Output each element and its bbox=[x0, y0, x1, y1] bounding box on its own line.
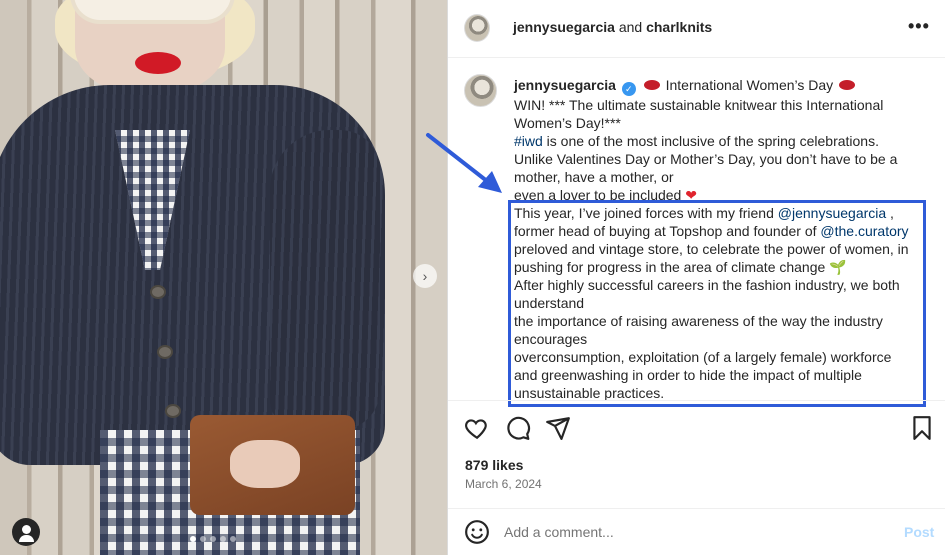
verified-badge-icon: ✓ bbox=[621, 82, 636, 96]
header-avatar[interactable] bbox=[464, 14, 490, 42]
carousel-dot bbox=[210, 536, 216, 542]
post-details-panel: jennysuegarcia and charlknits ••• jennys… bbox=[447, 0, 945, 555]
photo-cardigan-button bbox=[157, 345, 173, 359]
photo-sunglasses bbox=[70, 0, 235, 24]
caption-avatar[interactable] bbox=[464, 74, 497, 107]
caption-line: Women’s Day!*** bbox=[514, 115, 621, 131]
caption-title: International Women’s Day bbox=[661, 77, 838, 93]
carousel-dot-active bbox=[190, 536, 196, 542]
carousel-next-icon[interactable]: › bbox=[413, 264, 437, 288]
photo-arm bbox=[270, 130, 380, 430]
post-photo[interactable] bbox=[0, 0, 447, 555]
caption-first-line: jennysuegarcia ✓ International Women’s D… bbox=[514, 76, 934, 96]
caption-line: #iwd is one of the most inclusive of the… bbox=[514, 132, 934, 150]
more-options-icon[interactable]: ••• bbox=[908, 16, 930, 37]
post-header: jennysuegarcia and charlknits ••• bbox=[448, 0, 945, 58]
collaborator-username-link[interactable]: charlknits bbox=[646, 19, 712, 35]
caption-text: is one of the most inclusive of the spri… bbox=[542, 133, 879, 149]
photo-lips bbox=[135, 52, 181, 74]
like-heart-icon[interactable] bbox=[464, 415, 490, 441]
hashtag-link[interactable]: #iwd bbox=[514, 133, 543, 149]
tagged-users-icon[interactable] bbox=[12, 518, 40, 546]
highlight-box bbox=[508, 200, 926, 407]
photo-hand bbox=[230, 440, 300, 488]
share-paper-plane-icon[interactable] bbox=[545, 415, 571, 441]
authors-joiner: and bbox=[614, 19, 647, 35]
caption-line: WIN! *** The ultimate sustainable knitwe… bbox=[514, 97, 884, 113]
photo-cardigan-button bbox=[150, 285, 166, 299]
save-bookmark-icon[interactable] bbox=[909, 415, 935, 441]
carousel-dot bbox=[230, 536, 236, 542]
post-date: March 6, 2024 bbox=[465, 477, 542, 491]
lips-emoji-icon bbox=[643, 80, 660, 90]
carousel-dot bbox=[220, 536, 226, 542]
lips-emoji-icon bbox=[839, 80, 856, 90]
like-count[interactable]: 879 likes bbox=[465, 457, 523, 473]
author-username-link[interactable]: jennysuegarcia bbox=[513, 19, 615, 35]
caption-username-link[interactable]: jennysuegarcia bbox=[514, 77, 616, 93]
comment-bubble-icon[interactable] bbox=[505, 415, 531, 441]
caption-line: Unlike Valentines Day or Mother’s Day, y… bbox=[514, 151, 898, 167]
comment-input[interactable] bbox=[504, 524, 884, 540]
carousel-dots bbox=[190, 536, 236, 542]
post-actions-bar bbox=[448, 400, 945, 450]
carousel-dot bbox=[200, 536, 206, 542]
emoji-picker-icon[interactable] bbox=[464, 519, 490, 545]
comment-bar: Post bbox=[448, 508, 945, 555]
post-authors: jennysuegarcia and charlknits bbox=[513, 19, 712, 35]
annotation-arrow-icon bbox=[426, 133, 502, 193]
instagram-post-view: › jennysuegarcia and charlknits ••• jenn… bbox=[0, 0, 945, 555]
post-comment-button[interactable]: Post bbox=[904, 524, 934, 540]
photo-cardigan-button bbox=[165, 404, 181, 418]
caption-line: mother, have a mother, or bbox=[514, 169, 674, 185]
